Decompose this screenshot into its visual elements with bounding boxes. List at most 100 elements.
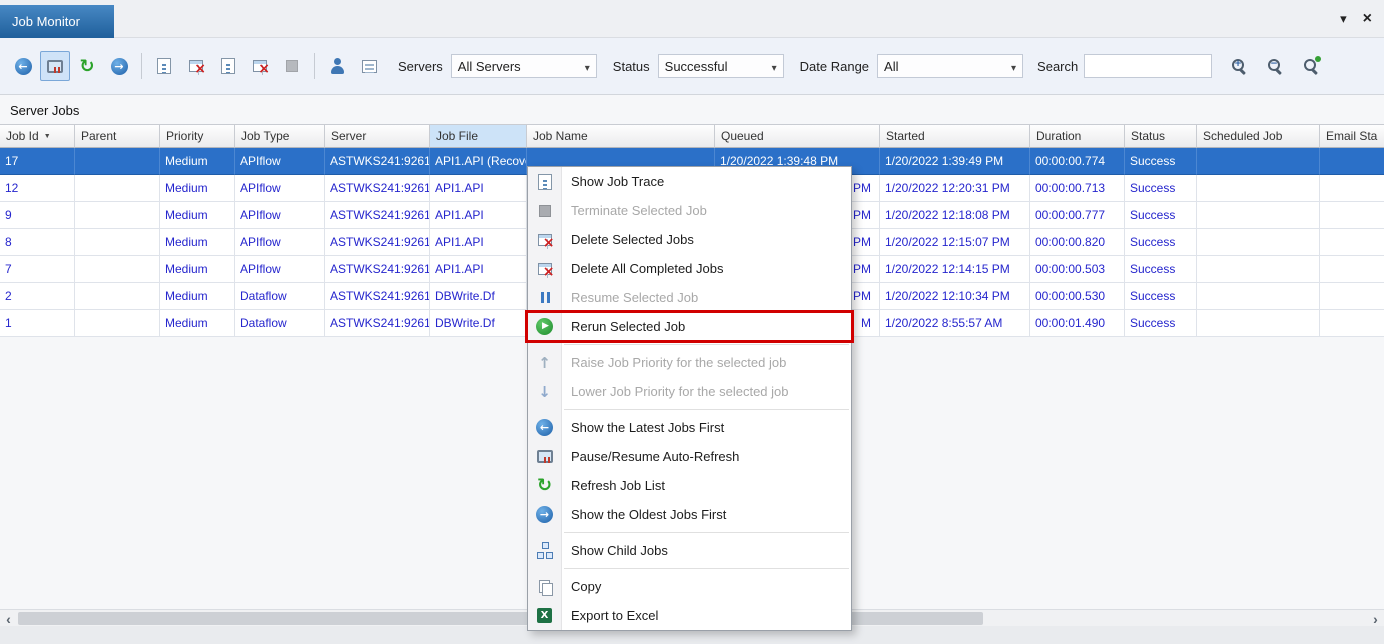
terminate-icon — [286, 60, 298, 72]
menu-item-show-job-trace[interactable]: Show Job Trace — [528, 167, 851, 196]
cell-job_type: Dataflow — [235, 310, 325, 337]
servers-dropdown[interactable]: All Servers — [451, 54, 597, 78]
menu-item-delete-selected-jobs[interactable]: Delete Selected Jobs — [528, 225, 851, 254]
show-job-trace-button[interactable] — [149, 51, 179, 81]
excel-icon: X — [537, 608, 552, 623]
cell-priority: Medium — [160, 283, 235, 310]
cell-parent — [75, 256, 160, 283]
cell-started: 1/20/2022 12:20:31 PM — [880, 175, 1030, 202]
copy-icon — [536, 578, 554, 596]
column-header-server[interactable]: Server — [325, 124, 430, 148]
menu-item-copy[interactable]: Copy — [528, 572, 851, 601]
scroll-right-button[interactable] — [1367, 610, 1384, 627]
chevron-down-icon — [585, 59, 590, 74]
date-range-dropdown[interactable]: All — [877, 54, 1023, 78]
cell-server: ASTWKS241:9261 — [325, 148, 430, 175]
cell-started: 1/20/2022 1:39:49 PM — [880, 148, 1030, 175]
cell-status: Success — [1125, 310, 1197, 337]
column-header-parent[interactable]: Parent — [75, 124, 160, 148]
cell-job_type: Dataflow — [235, 283, 325, 310]
cell-job_type: APIflow — [235, 175, 325, 202]
cell-email_status — [1320, 256, 1384, 283]
menu-item-label: Show the Latest Jobs First — [571, 420, 724, 435]
window-dropdown-icon[interactable] — [1340, 10, 1347, 28]
show-latest-jobs-first-button[interactable]: ← — [8, 51, 38, 81]
column-header-job-id[interactable]: Job Id▼ — [0, 124, 75, 148]
cell-priority: Medium — [160, 175, 235, 202]
circle-right-icon: → — [111, 58, 128, 75]
column-header-queued[interactable]: Queued — [715, 124, 880, 148]
column-header-duration[interactable]: Duration — [1030, 124, 1125, 148]
person-icon — [328, 57, 346, 75]
column-header-started[interactable]: Started — [880, 124, 1030, 148]
find-button[interactable]: + — [1224, 51, 1254, 81]
menu-icon-gutter — [528, 450, 561, 463]
status-label: Status — [613, 59, 650, 74]
refresh-job-list-button[interactable]: ↻ — [72, 51, 102, 81]
title-bar: Job Monitor — [0, 0, 1384, 38]
cell-duration: 00:00:00.774 — [1030, 148, 1125, 175]
search-options-button[interactable] — [1296, 51, 1326, 81]
cell-parent — [75, 310, 160, 337]
toolbar: ←↻→ ServersAll ServersStatusSuccessfulDa… — [0, 38, 1384, 95]
circle-left-icon: ← — [536, 419, 553, 436]
cell-server: ASTWKS241:9261 — [325, 256, 430, 283]
window-close-icon[interactable] — [1363, 10, 1372, 28]
chevron-down-icon — [772, 59, 777, 74]
menu-item-pause-resume-auto-refresh[interactable]: Pause/Resume Auto-Refresh — [528, 442, 851, 471]
cell-email_status — [1320, 310, 1384, 337]
job-monitor-tab[interactable]: Job Monitor — [0, 5, 114, 38]
menu-item-show-the-oldest-jobs-first[interactable]: →Show the Oldest Jobs First — [528, 500, 851, 529]
menu-icon-gutter — [528, 578, 561, 596]
column-header-email-sta[interactable]: Email Sta — [1320, 124, 1384, 148]
trace-icon — [157, 58, 171, 74]
column-header-scheduled-job[interactable]: Scheduled Job — [1197, 124, 1320, 148]
menu-item-rerun-selected-job[interactable]: ▶Rerun Selected Job — [528, 312, 851, 341]
menu-item-delete-all-completed-jobs[interactable]: Delete All Completed Jobs — [528, 254, 851, 283]
column-header-job-type[interactable]: Job Type — [235, 124, 325, 148]
show-oldest-jobs-first-button[interactable]: → — [104, 51, 134, 81]
monitor-icon — [47, 60, 63, 73]
column-header-priority[interactable]: Priority — [160, 124, 235, 148]
cell-priority: Medium — [160, 256, 235, 283]
show-child-jobs-button[interactable] — [354, 51, 384, 81]
cell-scheduled_job — [1197, 256, 1320, 283]
cell-duration: 00:00:00.820 — [1030, 229, 1125, 256]
pause-resume-auto-refresh-button[interactable] — [40, 51, 70, 81]
cell-server: ASTWKS241:9261 — [325, 175, 430, 202]
cell-job_id: 8 — [0, 229, 75, 256]
cell-duration: 00:00:00.503 — [1030, 256, 1125, 283]
delete-all-completed-jobs-button[interactable] — [245, 51, 275, 81]
search-input[interactable] — [1084, 54, 1212, 78]
column-header-status[interactable]: Status — [1125, 124, 1197, 148]
table-x2-icon — [253, 60, 267, 72]
menu-item-export-to-excel[interactable]: XExport to Excel — [528, 601, 851, 630]
find-clear-button[interactable]: − — [1260, 51, 1290, 81]
cell-job_file: API1.API — [430, 229, 527, 256]
menu-item-refresh-job-list[interactable]: ↻Refresh Job List — [528, 471, 851, 500]
user-jobs-button[interactable] — [322, 51, 352, 81]
delete-selected-jobs-button[interactable] — [181, 51, 211, 81]
cell-job_id: 2 — [0, 283, 75, 310]
menu-item-show-child-jobs[interactable]: Show Child Jobs — [528, 536, 851, 565]
column-header-job-file[interactable]: Job File — [430, 124, 527, 148]
column-header-job-name[interactable]: Job Name — [527, 124, 715, 148]
arrow-down-icon: ↓ — [536, 383, 554, 401]
menu-item-label: Delete All Completed Jobs — [571, 261, 723, 276]
table-x-icon — [538, 234, 552, 246]
cell-parent — [75, 229, 160, 256]
cell-parent — [75, 148, 160, 175]
scroll-left-button[interactable] — [0, 610, 17, 627]
cell-email_status — [1320, 229, 1384, 256]
job-details-button[interactable] — [213, 51, 243, 81]
status-dropdown[interactable]: Successful — [658, 54, 784, 78]
cell-job_file: API1.API (Recovered) — [430, 148, 527, 175]
cell-started: 1/20/2022 12:15:07 PM — [880, 229, 1030, 256]
menu-icon-gutter: ← — [528, 419, 561, 436]
menu-item-show-the-latest-jobs-first[interactable]: ← Show the Latest Jobs First — [528, 413, 851, 442]
terminate-icon — [539, 205, 551, 217]
cell-job_id: 17 — [0, 148, 75, 175]
date-range-label: Date Range — [800, 59, 869, 74]
menu-separator — [564, 532, 849, 533]
cell-status: Success — [1125, 148, 1197, 175]
